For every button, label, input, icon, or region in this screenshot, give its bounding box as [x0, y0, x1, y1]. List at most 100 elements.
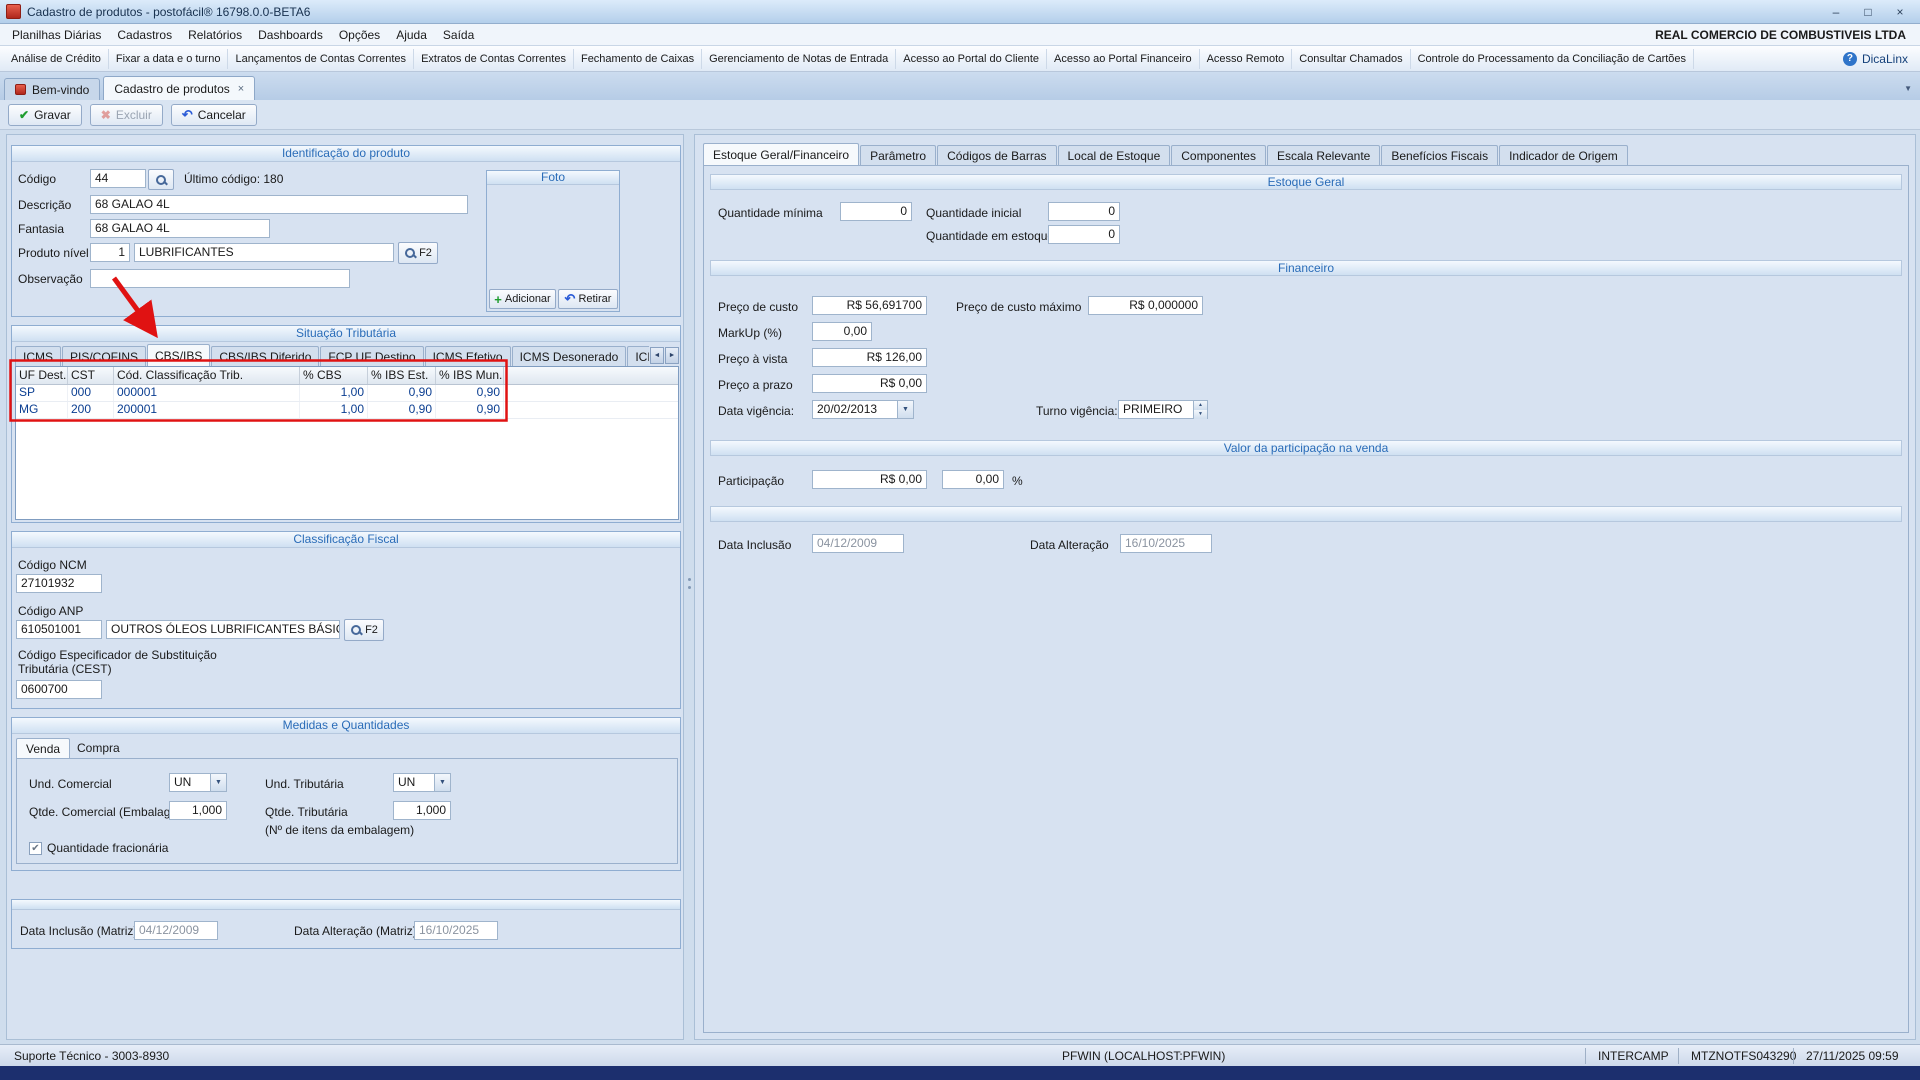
tab-estoque-geral-financeiro[interactable]: Estoque Geral/Financeiro	[703, 143, 859, 165]
toolbar-fechamento-de-caixas[interactable]: Fechamento de Caixas	[574, 49, 702, 69]
und-tributaria-combo[interactable]: UN ▼	[393, 773, 451, 792]
col-cst[interactable]: CST	[68, 367, 114, 384]
menu-dashboards[interactable]: Dashboards	[250, 25, 331, 45]
spinner-control[interactable]: ▲ ▼	[1193, 401, 1207, 418]
toolbar-acesso-portal-financeiro[interactable]: Acesso ao Portal Financeiro	[1047, 49, 1200, 69]
tab-escala-relevante[interactable]: Escala Relevante	[1267, 145, 1380, 165]
codigo-lookup-button[interactable]	[148, 169, 174, 190]
und-comercial-combo[interactable]: UN ▼	[169, 773, 227, 792]
dropdown-icon[interactable]: ▼	[434, 774, 450, 791]
tab-fcp-uf-destino[interactable]: FCP UF Destino	[320, 346, 423, 366]
tab-close-icon[interactable]: ×	[238, 83, 244, 95]
menu-planilhas-diarias[interactable]: Planilhas Diárias	[4, 25, 109, 45]
nivel2-f2-button[interactable]: F2	[398, 242, 438, 264]
tab-bem-vindo[interactable]: Bem-vindo	[4, 78, 100, 100]
preco-custo-max-input[interactable]: R$ 0,000000	[1088, 296, 1203, 315]
menu-cadastros[interactable]: Cadastros	[109, 25, 180, 45]
grid-row-sp[interactable]: SP 000 000001 1,00 0,90 0,90	[16, 385, 678, 402]
tab-list-chevron-icon[interactable]: ▼	[1904, 84, 1912, 93]
adicionar-button[interactable]: + Adicionar	[489, 289, 556, 309]
toolbar-lancamentos-contas-correntes[interactable]: Lançamentos de Contas Correntes	[228, 49, 414, 69]
toolbar-consultar-chamados[interactable]: Consultar Chamados	[1292, 49, 1410, 69]
descricao-input[interactable]: 68 GALAO 4L	[90, 195, 468, 214]
data-vigencia-combo[interactable]: 20/02/2013 ▼	[812, 400, 914, 419]
tab-compra[interactable]: Compra	[68, 738, 129, 758]
menu-opcoes[interactable]: Opções	[331, 25, 388, 45]
tab-indicador-de-origem[interactable]: Indicador de Origem	[1499, 145, 1628, 165]
menu-saida[interactable]: Saída	[435, 25, 482, 45]
tab-cadastro-de-produtos[interactable]: Cadastro de produtos ×	[103, 76, 255, 100]
toolbar-controle-conciliacao-cartoes[interactable]: Controle do Processamento da Conciliação…	[1411, 49, 1694, 69]
cancelar-button[interactable]: ↶ Cancelar	[171, 104, 257, 126]
excluir-button[interactable]: ✖ Excluir	[90, 104, 163, 126]
toolbar-acesso-remoto[interactable]: Acesso Remoto	[1200, 49, 1293, 69]
cell-ibs-est: 0,90	[368, 385, 436, 401]
panel-splitter[interactable]	[686, 134, 693, 1040]
codigo-input[interactable]: 44	[90, 169, 146, 188]
tabs-scroll-right-icon[interactable]: ►	[665, 347, 679, 364]
col-ibs-est[interactable]: % IBS Est.	[368, 367, 436, 384]
col-ibs-mun[interactable]: % IBS Mun.	[436, 367, 504, 384]
toolbar-fixar-data-turno[interactable]: Fixar a data e o turno	[109, 49, 229, 69]
qtde-tributaria-input[interactable]: 1,000	[393, 801, 451, 820]
tabs-scroll-left-icon[interactable]: ◄	[650, 347, 664, 364]
tab-local-de-estoque[interactable]: Local de Estoque	[1058, 145, 1171, 165]
qtd-inicial-input[interactable]: 0	[1048, 202, 1120, 221]
anp-descricao-input[interactable]: OUTROS ÓLEOS LUBRIFICANTES BÁSICOS	[106, 620, 340, 639]
maximize-icon: □	[1864, 5, 1871, 19]
participacao-percentual-input[interactable]: 0,00	[942, 470, 1004, 489]
col-uf-dest[interactable]: UF Dest.	[16, 367, 68, 384]
qtde-comercial-input[interactable]: 1,000	[169, 801, 227, 820]
col-cbs[interactable]: % CBS	[300, 367, 368, 384]
col-cod-classificacao[interactable]: Cód. Classificação Trib.	[114, 367, 300, 384]
toolbar-extratos-contas-correntes[interactable]: Extratos de Contas Correntes	[414, 49, 574, 69]
quantidade-fracionaria-checkbox[interactable]: ✔ Quantidade fracionária	[29, 841, 168, 855]
cest-input[interactable]: 0600700	[16, 680, 102, 699]
menu-ajuda[interactable]: Ajuda	[388, 25, 435, 45]
tab-beneficios-fiscais[interactable]: Benefícios Fiscais	[1381, 145, 1498, 165]
tab-venda[interactable]: Venda	[16, 738, 70, 758]
data-alteracao-input[interactable]: 16/10/2025	[1120, 534, 1212, 553]
qtd-minima-input[interactable]: 0	[840, 202, 912, 221]
nivel2-descricao-input[interactable]: LUBRIFICANTES	[134, 243, 394, 262]
data-inclusao-input[interactable]: 04/12/2009	[812, 534, 904, 553]
gravar-button[interactable]: ✔ Gravar	[8, 104, 82, 126]
turno-vigencia-combo[interactable]: PRIMEIRO ▲ ▼	[1118, 400, 1208, 419]
tab-codigos-de-barras[interactable]: Códigos de Barras	[937, 145, 1056, 165]
observacao-input[interactable]	[90, 269, 350, 288]
tab-componentes[interactable]: Componentes	[1171, 145, 1266, 165]
tab-pis-cofins[interactable]: PIS/COFINS	[62, 346, 146, 366]
tab-cbs-ibs-diferido[interactable]: CBS/IBS Diferido	[211, 346, 319, 366]
tab-cbs-ibs[interactable]: CBS/IBS	[147, 344, 210, 366]
markup-input[interactable]: 0,00	[812, 322, 872, 341]
retirar-button[interactable]: ↶ Retirar	[558, 289, 618, 309]
ncm-input[interactable]: 27101932	[16, 574, 102, 593]
menu-relatorios[interactable]: Relatórios	[180, 25, 250, 45]
minimize-button[interactable]: –	[1822, 3, 1850, 21]
fantasia-input[interactable]: 68 GALAO 4L	[90, 219, 270, 238]
data-inclusao-matriz-input[interactable]: 04/12/2009	[134, 921, 218, 940]
close-button[interactable]: ×	[1886, 3, 1914, 21]
qtd-estoque-input[interactable]: 0	[1048, 225, 1120, 244]
tab-icms-diferido[interactable]: ICMS Diferido	[627, 346, 649, 366]
preco-prazo-input[interactable]: R$ 0,00	[812, 374, 927, 393]
dropdown-icon[interactable]: ▼	[210, 774, 226, 791]
tab-icms-efetivo[interactable]: ICMS Efetivo	[425, 346, 511, 366]
grid-row-mg[interactable]: MG 200 200001 1,00 0,90 0,90	[16, 402, 678, 419]
dicalinx-button[interactable]: ? DicaLinx	[1835, 52, 1916, 66]
dropdown-icon[interactable]: ▼	[897, 401, 913, 418]
anp-input[interactable]: 610501001	[16, 620, 102, 639]
tab-icms-desonerado[interactable]: ICMS Desonerado	[512, 346, 627, 366]
toolbar-acesso-portal-cliente[interactable]: Acesso ao Portal do Cliente	[896, 49, 1047, 69]
data-alteracao-matriz-input[interactable]: 16/10/2025	[414, 921, 498, 940]
participacao-valor-input[interactable]: R$ 0,00	[812, 470, 927, 489]
nivel2-codigo-input[interactable]: 1	[90, 243, 130, 262]
tab-icms[interactable]: ICMS	[15, 346, 61, 366]
preco-vista-input[interactable]: R$ 126,00	[812, 348, 927, 367]
tab-parametro[interactable]: Parâmetro	[860, 145, 936, 165]
toolbar-gerenciamento-notas-entrada[interactable]: Gerenciamento de Notas de Entrada	[702, 49, 896, 69]
anp-f2-button[interactable]: F2	[344, 619, 384, 641]
maximize-button[interactable]: □	[1854, 3, 1882, 21]
toolbar-analise-de-credito[interactable]: Análise de Crédito	[4, 49, 109, 69]
preco-custo-input[interactable]: R$ 56,691700	[812, 296, 927, 315]
